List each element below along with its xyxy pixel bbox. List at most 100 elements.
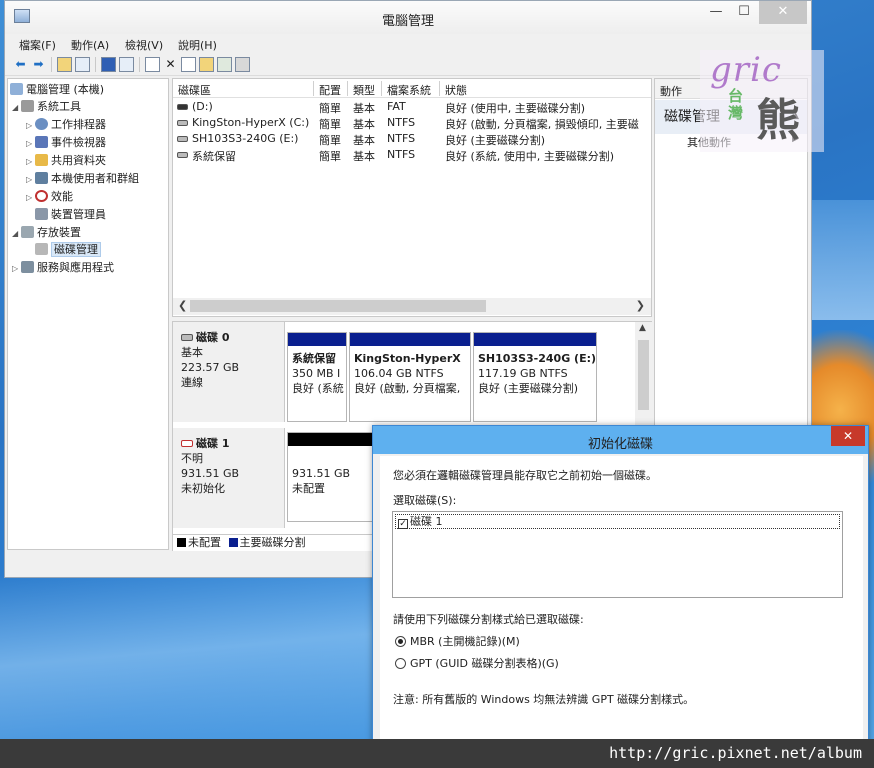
partition-sh103s3[interactable]: SH103S3-240G (E:) 117.19 GB NTFS 良好 (主要磁… (473, 332, 597, 422)
collapse-arrow-icon[interactable]: ▷ (26, 135, 35, 152)
scroll-left-icon[interactable]: ❮ (178, 299, 187, 312)
help-icon[interactable] (101, 57, 116, 72)
volume-type: 基本 (353, 118, 375, 131)
scroll-thumb[interactable] (638, 340, 649, 410)
volume-filesystem: NTFS (387, 132, 416, 145)
column-divider[interactable] (439, 81, 440, 96)
maximize-button[interactable]: ☐ (731, 1, 757, 24)
title-bar[interactable]: 電腦管理 — ☐ ✕ (5, 1, 811, 34)
select-disk-label: 選取磁碟(S): (393, 494, 457, 507)
volume-status: 良好 (系統, 使用中, 主要磁碟分割) (445, 150, 615, 163)
scroll-thumb[interactable] (190, 300, 486, 312)
dialog-close-button[interactable]: ✕ (831, 426, 865, 446)
tree-performance[interactable]: ▷ 效能 (26, 188, 73, 205)
url-banner: http://gric.pixnet.net/album (0, 739, 874, 768)
column-layout[interactable]: 配置 (319, 82, 341, 98)
performance-icon (35, 190, 48, 202)
column-divider[interactable] (347, 81, 348, 96)
volume-name: KingSton-HyperX (C:) (192, 116, 310, 129)
partition-status: 良好 (主要磁碟分割) (478, 382, 579, 395)
menu-action[interactable]: 動作(A) (71, 37, 109, 53)
expand-arrow-icon[interactable]: ◢ (12, 225, 21, 242)
menu-file[interactable]: 檔案(F) (19, 37, 56, 53)
column-filesystem[interactable]: 檔案系統 (387, 82, 431, 98)
tree-storage[interactable]: ◢ 存放裝置 (12, 224, 81, 241)
properties-icon[interactable] (181, 57, 196, 72)
horizontal-scrollbar[interactable]: ❮ ❯ (173, 298, 651, 315)
expand-arrow-icon[interactable]: ◢ (12, 99, 21, 116)
volume-type: 基本 (353, 150, 375, 163)
disk-checkbox[interactable]: ✓ (398, 519, 408, 529)
tree-local-users[interactable]: ▷ 本機使用者和群組 (26, 170, 139, 187)
collapse-arrow-icon[interactable]: ▷ (26, 189, 35, 206)
volume-row[interactable]: (D:) 簡單 基本 FAT 良好 (使用中, 主要磁碟分割) (173, 99, 651, 115)
menu-view[interactable]: 檢視(V) (125, 37, 163, 53)
disk-icon[interactable] (235, 57, 250, 72)
volume-type: 基本 (353, 102, 375, 115)
tree-root[interactable]: 電腦管理 (本機) (10, 81, 104, 98)
collapse-arrow-icon[interactable]: ▷ (26, 117, 35, 134)
primary-swatch (228, 538, 238, 547)
disk-management-icon (35, 243, 48, 255)
watermark-logo: gric 台灣 熊 (700, 50, 824, 152)
column-divider[interactable] (313, 81, 314, 96)
dialog-body: 您必須在邏輯磁碟管理員能存取它之前初始一個磁碟。 選取磁碟(S): ✓ 磁碟 1 … (380, 456, 863, 768)
mbr-radio[interactable]: MBR (主開機記錄)(M) (395, 633, 520, 649)
delete-icon[interactable]: ✕ (163, 57, 178, 72)
radio-selected-icon[interactable] (395, 636, 406, 647)
album-url: http://gric.pixnet.net/album (609, 744, 862, 762)
column-type[interactable]: 類型 (353, 82, 375, 98)
menu-help[interactable]: 說明(H) (178, 37, 217, 53)
tree-task-scheduler[interactable]: ▷ 工作排程器 (26, 116, 106, 133)
details-icon[interactable] (119, 57, 134, 72)
disk-1-label[interactable]: 磁碟 1 不明 931.51 GB 未初始化 (173, 428, 285, 528)
collapse-arrow-icon[interactable]: ▷ (26, 153, 35, 170)
up-folder-icon[interactable] (57, 57, 72, 72)
disk-list-item[interactable]: ✓ 磁碟 1 (395, 514, 840, 529)
console-tree: 電腦管理 (本機) ◢ 系統工具 ▷ 工作排程器 ▷ 事件檢視器 ▷ 共用資料夾 ▷ 本機… (7, 78, 169, 550)
back-icon[interactable]: ⬅ (13, 57, 28, 72)
radio-unselected-icon[interactable] (395, 658, 406, 669)
disk-warning-icon (181, 440, 193, 447)
gpt-radio[interactable]: GPT (GUID 磁碟分割表格)(G) (395, 655, 559, 671)
volume-layout: 簡單 (319, 150, 341, 163)
close-button[interactable]: ✕ (759, 1, 807, 24)
search-icon[interactable] (217, 57, 232, 72)
partition-kingston[interactable]: KingSton-HyperX 106.04 GB NTFS 良好 (啟動, 分… (349, 332, 471, 422)
collapse-arrow-icon[interactable]: ▷ (12, 260, 21, 277)
column-status[interactable]: 狀態 (445, 82, 467, 98)
volume-row[interactable]: 系統保留 簡單 基本 NTFS 良好 (系統, 使用中, 主要磁碟分割) (173, 147, 651, 163)
scroll-up-icon[interactable]: ▲ (639, 323, 646, 333)
tree-shared-folders[interactable]: ▷ 共用資料夾 (26, 152, 106, 169)
tree-system-tools[interactable]: ◢ 系統工具 (12, 98, 81, 115)
partition-system-reserved[interactable]: 系統保留 350 MB I 良好 (系統 (287, 332, 347, 422)
disk-icon (181, 334, 193, 341)
column-volume[interactable]: 磁碟區 (178, 82, 211, 98)
volume-layout: 簡單 (319, 134, 341, 147)
column-divider[interactable] (381, 81, 382, 96)
tree-event-viewer[interactable]: ▷ 事件檢視器 (26, 134, 106, 151)
collapse-arrow-icon[interactable]: ▷ (26, 171, 35, 188)
disk-0-label[interactable]: 磁碟 0 基本 223.57 GB 連線 (173, 322, 285, 422)
volume-row[interactable]: SH103S3-240G (E:) 簡單 基本 NTFS 良好 (主要磁碟分割) (173, 131, 651, 147)
volume-status: 良好 (主要磁碟分割) (445, 134, 546, 147)
open-icon[interactable] (199, 57, 214, 72)
refresh-icon[interactable] (145, 57, 160, 72)
show-tree-icon[interactable] (75, 57, 90, 72)
tree-services[interactable]: ▷ 服務與應用程式 (12, 259, 114, 276)
watermark-tw: 台灣 (728, 87, 744, 122)
dialog-title-bar[interactable]: 初始化磁碟 ✕ (373, 426, 868, 454)
volume-status: 良好 (啟動, 分頁檔案, 損毀傾印, 主要磁 (445, 118, 639, 131)
menu-bar: 檔案(F) 動作(A) 檢視(V) 說明(H) (5, 34, 811, 54)
disk-select-list[interactable]: ✓ 磁碟 1 (392, 511, 843, 598)
disk-type: 不明 (181, 452, 203, 465)
disk-name: 磁碟 1 (196, 437, 230, 450)
minimize-button[interactable]: — (703, 1, 729, 24)
scroll-right-icon[interactable]: ❯ (636, 299, 645, 312)
forward-icon[interactable]: ➡ (31, 57, 46, 72)
partition-size: 350 MB I (292, 367, 341, 380)
disk-state: 未初始化 (181, 482, 225, 495)
tree-disk-management[interactable]: 磁碟管理 (35, 241, 101, 258)
volume-row[interactable]: KingSton-HyperX (C:) 簡單 基本 NTFS 良好 (啟動, … (173, 115, 651, 131)
tree-device-manager[interactable]: 裝置管理員 (35, 206, 106, 223)
